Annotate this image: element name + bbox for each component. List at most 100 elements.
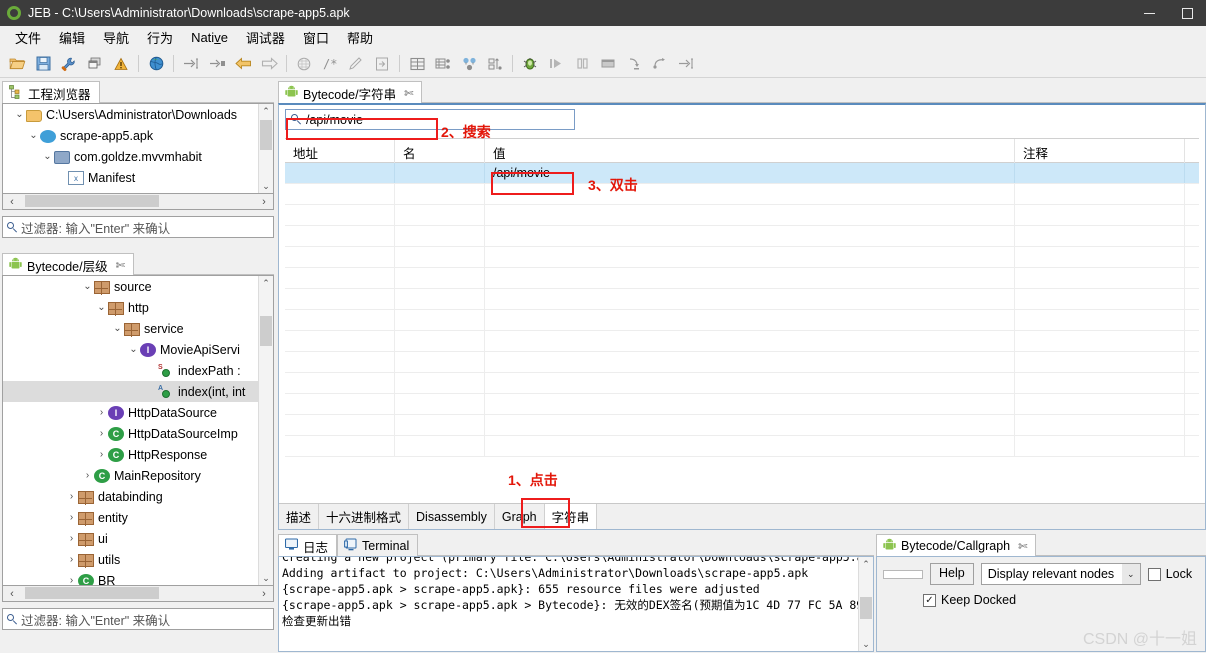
menu-item-help[interactable]: 帮助 [338,26,382,49]
table-row[interactable] [285,268,1199,289]
decompile-icon[interactable] [291,52,317,76]
menu-item-debugger[interactable]: 调试器 [237,26,294,49]
tab-project-explorer[interactable]: 工程浏览器 [2,81,100,104]
chevron-down-icon[interactable]: ⌄ [95,302,108,313]
table-icon[interactable] [404,52,430,76]
table-row[interactable]: /api/movie [285,163,1199,184]
tree-item[interactable]: ⌄ http [3,297,273,318]
column-header-address[interactable]: 地址 [285,139,395,163]
tab-log[interactable]: 日志 [278,534,338,557]
table-row[interactable] [285,184,1199,205]
goto-address-icon[interactable] [204,52,230,76]
tree-item[interactable]: › ui [3,528,273,549]
console-vscrollbar[interactable]: ⌃ ⌄ [858,557,873,651]
table-row[interactable] [285,205,1199,226]
help-button[interactable]: Help [930,563,974,585]
string-search-input[interactable]: /api/movie [285,109,575,130]
scroll-up-icon[interactable]: ⌃ [259,104,273,118]
chevron-right-icon[interactable]: › [65,533,78,544]
table-row[interactable] [285,394,1199,415]
table-row[interactable] [285,352,1199,373]
chevron-right-icon[interactable]: › [81,470,94,481]
tree-item[interactable]: › C HttpResponse [3,444,273,465]
column-header-comment[interactable]: 注释 [1015,139,1185,163]
scroll-down-icon[interactable]: ⌄ [859,637,873,651]
project-explorer-vscrollbar[interactable]: ⌃ ⌄ [258,104,273,193]
tree-item[interactable]: ⌄ service [3,318,273,339]
tree-item[interactable]: ⌄ I MovieApiServi [3,339,273,360]
nodes-icon[interactable] [456,52,482,76]
close-icon[interactable]: ✄ [404,87,413,100]
step-return-icon[interactable] [673,52,699,76]
tree-item[interactable]: › C HttpDataSourceImp [3,423,273,444]
tree-item[interactable]: ⌄ scrape-app5.apk [3,125,273,146]
chevron-right-icon[interactable]: › [65,491,78,502]
scroll-left-icon[interactable]: ‹ [5,196,19,208]
strings-table[interactable]: 地址 名 值 注释 /api/movie [285,138,1199,499]
table-row[interactable] [285,226,1199,247]
close-icon[interactable]: ✄ [1018,540,1027,553]
debug-bug-icon[interactable] [517,52,543,76]
tab-strings[interactable]: 字符串 [544,504,598,529]
chevron-down-icon[interactable]: ⌄ [111,323,124,334]
table-row[interactable] [285,415,1199,436]
scroll-up-icon[interactable]: ⌃ [259,276,273,290]
chevron-down-icon[interactable]: ⌄ [81,281,94,292]
table-row[interactable] [285,310,1199,331]
chevron-down-icon[interactable]: ⌄ [1121,564,1140,584]
warning-icon[interactable] [108,52,134,76]
hierarchy-filter-input[interactable]: 过滤器: 输入"Enter" 来确认 [2,608,274,630]
hierarchy-icon[interactable] [482,52,508,76]
column-header-value[interactable]: 值 [485,139,1015,163]
step-into-icon[interactable] [621,52,647,76]
tab-disassembly[interactable]: Disassembly [409,504,495,529]
chevron-right-icon[interactable]: › [95,449,108,460]
scroll-down-icon[interactable]: ⌄ [259,571,273,585]
globe-icon[interactable] [143,52,169,76]
tree-item[interactable]: › C MainRepository [3,465,273,486]
table-row[interactable] [285,331,1199,352]
tab-description[interactable]: 描述 [279,504,320,529]
chevron-right-icon[interactable]: › [65,575,78,585]
tree-item[interactable]: ⌄ C:\Users\Administrator\Downloads [3,104,273,125]
tab-bytecode-callgraph[interactable]: Bytecode/Callgraph ✄ [876,534,1037,557]
close-icon[interactable]: ✄ [116,259,125,272]
tree-item[interactable]: ⌄ com.goldze.mvvmhabit [3,146,273,167]
wrench-icon[interactable] [56,52,82,76]
step-over-icon[interactable] [647,52,673,76]
table-row[interactable] [285,436,1199,457]
tab-bytecode-hierarchy[interactable]: Bytecode/层级 ✄ [2,253,134,276]
chevron-right-icon[interactable]: › [65,512,78,523]
tree-item[interactable]: · x Manifest [3,167,273,188]
menu-item-native[interactable]: Native [182,28,237,47]
tree-item[interactable]: ⌄ source [3,276,273,297]
checkbox-box[interactable]: ✓ [923,593,936,607]
project-explorer-filter-input[interactable]: 过滤器: 输入"Enter" 来确认 [2,216,274,238]
stop-icon[interactable] [595,52,621,76]
chevron-down-icon[interactable]: ⌄ [127,344,140,355]
project-explorer-tree[interactable]: ⌄ C:\Users\Administrator\Downloads ⌄ scr… [2,103,274,194]
tree-item[interactable]: › utils [3,549,273,570]
structure-icon[interactable] [430,52,456,76]
edit-pencil-icon[interactable] [343,52,369,76]
pause-icon[interactable] [569,52,595,76]
menu-item-edit[interactable]: 编辑 [50,26,94,49]
hierarchy-hscrollbar[interactable]: ‹ › [2,586,274,602]
chevron-right-icon[interactable]: › [65,554,78,565]
scroll-right-icon[interactable]: › [257,196,271,208]
scroll-down-icon[interactable]: ⌄ [259,179,273,193]
scroll-left-icon[interactable]: ‹ [5,588,19,600]
tree-item[interactable]: S indexPath : [3,360,273,381]
forward-arrow-icon[interactable] [256,52,282,76]
minimize-button[interactable] [1130,0,1168,26]
lock-checkbox[interactable]: Lock [1147,567,1192,581]
tab-graph[interactable]: Graph [495,504,545,529]
zoom-slider[interactable] [883,569,923,579]
menu-item-navigate[interactable]: 导航 [94,26,138,49]
table-row[interactable] [285,289,1199,310]
export-icon[interactable] [369,52,395,76]
tree-item[interactable]: › I HttpDataSource [3,402,273,423]
hierarchy-tree[interactable]: ⌄ source ⌄ http ⌄ service ⌄ I MovieApiSe… [2,275,274,586]
tab-terminal[interactable]: Terminal [337,534,419,557]
tree-item[interactable]: › entity [3,507,273,528]
